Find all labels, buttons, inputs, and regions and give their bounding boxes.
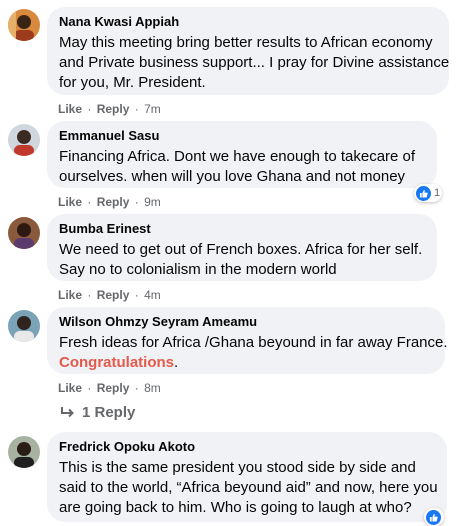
comment-text: Fresh ideas for Africa /Ghana beyound in…: [59, 333, 448, 373]
avatar[interactable]: [8, 217, 40, 249]
comment-line: Say no to colonialism in the modern worl…: [59, 261, 337, 278]
separator: ·: [134, 288, 139, 302]
comment-line: for you, Mr. President.: [59, 74, 206, 91]
comment-line: and Private business support... I pray f…: [59, 54, 450, 71]
reply-link[interactable]: Reply: [97, 381, 130, 395]
comment-line: This is the same president you stood sid…: [59, 459, 416, 476]
separator: ·: [134, 381, 139, 395]
comment-bubble: Fredrick Opoku Akoto This is the same pr…: [47, 432, 447, 522]
reaction-badge[interactable]: [424, 508, 444, 526]
comment-line: ourselves. when will you love Ghana and …: [59, 168, 406, 185]
comment-line: May this meeting bring better results to…: [59, 34, 433, 51]
comment-bubble: Wilson Ohmzy Seyram Ameamu Fresh ideas f…: [47, 307, 448, 374]
reply-arrow-icon: [61, 406, 74, 417]
highlight-word: Congratulations: [59, 354, 174, 371]
punctuation: .: [174, 354, 179, 371]
separator: ·: [134, 195, 139, 209]
comment-text: This is the same president you stood sid…: [59, 458, 438, 518]
reply-link[interactable]: Reply: [97, 195, 130, 209]
author-name[interactable]: Emmanuel Sasu: [59, 128, 425, 144]
replies-count: 1 Reply: [82, 404, 136, 421]
comment-actions: Like · Reply · 8m: [58, 381, 161, 395]
separator: ·: [134, 102, 139, 116]
separator: ·: [87, 381, 92, 395]
comment-line: Financing Africa. Dont we have enough to…: [59, 148, 416, 165]
comment-text: We need to get out of French boxes. Afri…: [59, 240, 425, 280]
like-link[interactable]: Like: [58, 288, 82, 302]
like-link[interactable]: Like: [58, 195, 82, 209]
author-name[interactable]: Fredrick Opoku Akoto: [59, 439, 435, 455]
timestamp[interactable]: 4m: [144, 288, 161, 302]
comment-bubble: Bumba Erinest We need to get out of Fren…: [47, 214, 437, 281]
comment-actions: Like · Reply · 9m: [58, 195, 161, 209]
reply-link[interactable]: Reply: [97, 102, 130, 116]
reaction-badge[interactable]: 1: [414, 184, 442, 202]
comment-actions: Like · Reply · 7m: [58, 102, 161, 116]
author-name[interactable]: Nana Kwasi Appiah: [59, 14, 437, 30]
reply-link[interactable]: Reply: [97, 288, 130, 302]
comment-actions: Like · Reply · 4m: [58, 288, 161, 302]
comment-bubble: Emmanuel Sasu Financing Africa. Dont we …: [47, 121, 437, 188]
author-name[interactable]: Wilson Ohmzy Seyram Ameamu: [59, 314, 433, 330]
avatar[interactable]: [8, 9, 40, 41]
avatar[interactable]: [8, 310, 40, 342]
comment-bubble: Nana Kwasi Appiah May this meeting bring…: [47, 7, 449, 95]
timestamp[interactable]: 9m: [144, 195, 161, 209]
comment-line: Congratulations.: [59, 353, 433, 373]
comment-line: are going back to him. Who is going to l…: [59, 499, 412, 516]
separator: ·: [87, 195, 92, 209]
comment-text: May this meeting bring better results to…: [59, 33, 450, 93]
comment-line: We need to get out of French boxes. Afri…: [59, 241, 423, 258]
comment-line: Fresh ideas for Africa /Ghana beyound in…: [59, 334, 448, 351]
avatar[interactable]: [8, 436, 40, 468]
view-replies-button[interactable]: 1 Reply: [60, 404, 135, 421]
like-link[interactable]: Like: [58, 381, 82, 395]
reaction-count: 1: [434, 187, 441, 199]
comment-line: said to the world, “Africa beyound aid” …: [59, 479, 438, 496]
separator: ·: [87, 288, 92, 302]
timestamp[interactable]: 8m: [144, 381, 161, 395]
separator: ·: [87, 102, 92, 116]
like-link[interactable]: Like: [58, 102, 82, 116]
avatar[interactable]: [8, 124, 40, 156]
timestamp[interactable]: 7m: [144, 102, 161, 116]
comment-text: Financing Africa. Dont we have enough to…: [59, 147, 425, 187]
thumbs-up-icon: [416, 185, 431, 201]
author-name[interactable]: Bumba Erinest: [59, 221, 425, 237]
thumbs-up-icon: [426, 509, 441, 525]
